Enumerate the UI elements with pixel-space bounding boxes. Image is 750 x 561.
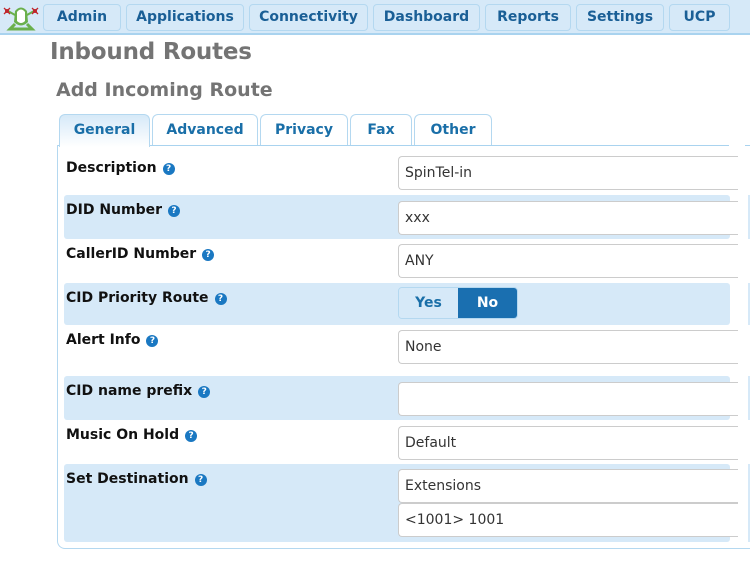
did-number-input[interactable]: xxx: [398, 201, 738, 235]
nav-ucp[interactable]: UCP: [669, 4, 730, 31]
page-title: Inbound Routes: [50, 39, 252, 65]
nav-admin[interactable]: Admin: [43, 4, 121, 31]
cid-priority-no-option[interactable]: No: [458, 288, 517, 318]
nav-reports[interactable]: Reports: [485, 4, 571, 31]
nav-settings[interactable]: Settings: [576, 4, 664, 31]
description-label: Description: [66, 160, 157, 176]
top-nav: Admin Applications Connectivity Dashboar…: [0, 0, 750, 35]
destination-type-select[interactable]: Extensions: [398, 469, 738, 503]
help-icon[interactable]: ?: [168, 205, 181, 217]
cid-name-prefix-label: CID name prefix: [66, 383, 193, 399]
description-input[interactable]: SpinTel-in: [398, 156, 738, 190]
help-icon[interactable]: ?: [162, 163, 175, 175]
callerid-number-label: CallerID Number: [66, 246, 197, 262]
cid-name-prefix-input[interactable]: [398, 382, 738, 416]
destination-target-select[interactable]: <1001> 1001: [398, 503, 738, 537]
cid-priority-yes-option[interactable]: Yes: [399, 288, 458, 318]
nav-dashboard[interactable]: Dashboard: [373, 4, 480, 31]
cid-priority-route-toggle: Yes No: [398, 287, 518, 319]
form-row-alert-info: Alert Info? None: [64, 325, 738, 376]
form-row-cid-priority-route: CID Priority Route? Yes No: [64, 283, 730, 325]
form-row-did-number: DID Number? xxx: [64, 195, 738, 239]
did-number-label: DID Number: [66, 202, 163, 218]
cid-priority-route-label: CID Priority Route: [66, 290, 209, 306]
help-icon[interactable]: ?: [194, 474, 207, 486]
callerid-number-input[interactable]: ANY: [398, 244, 738, 278]
alert-info-label: Alert Info: [66, 332, 141, 348]
nav-applications[interactable]: Applications: [126, 4, 244, 31]
form-row-description: Description? SpinTel-in: [64, 148, 738, 195]
tab-other[interactable]: Other: [414, 114, 492, 146]
tab-privacy[interactable]: Privacy: [260, 114, 348, 146]
form-row-cid-name-prefix: CID name prefix?: [64, 376, 738, 420]
section-title: Add Incoming Route: [56, 79, 273, 101]
general-tab-panel: Description? SpinTel-in DID Number? xxx …: [57, 145, 750, 549]
tab-fax[interactable]: Fax: [350, 114, 412, 146]
form-row-set-destination: Set Destination? Extensions <1001> 1001: [64, 464, 738, 542]
music-on-hold-select[interactable]: Default: [398, 426, 738, 460]
tab-general[interactable]: General: [59, 114, 150, 147]
music-on-hold-label: Music On Hold: [66, 427, 180, 443]
help-icon[interactable]: ?: [198, 386, 211, 398]
alert-info-input[interactable]: None: [398, 330, 738, 364]
tab-advanced[interactable]: Advanced: [152, 114, 258, 146]
set-destination-label: Set Destination: [66, 471, 189, 487]
help-icon[interactable]: ?: [214, 293, 227, 305]
nav-connectivity[interactable]: Connectivity: [249, 4, 368, 31]
help-icon[interactable]: ?: [202, 249, 215, 261]
frog-logo-icon[interactable]: [3, 5, 39, 31]
form-row-callerid-number: CallerID Number? ANY: [64, 239, 738, 283]
form-row-music-on-hold: Music On Hold? Default: [64, 420, 738, 464]
help-icon[interactable]: ?: [185, 430, 198, 442]
help-icon[interactable]: ?: [146, 335, 159, 347]
